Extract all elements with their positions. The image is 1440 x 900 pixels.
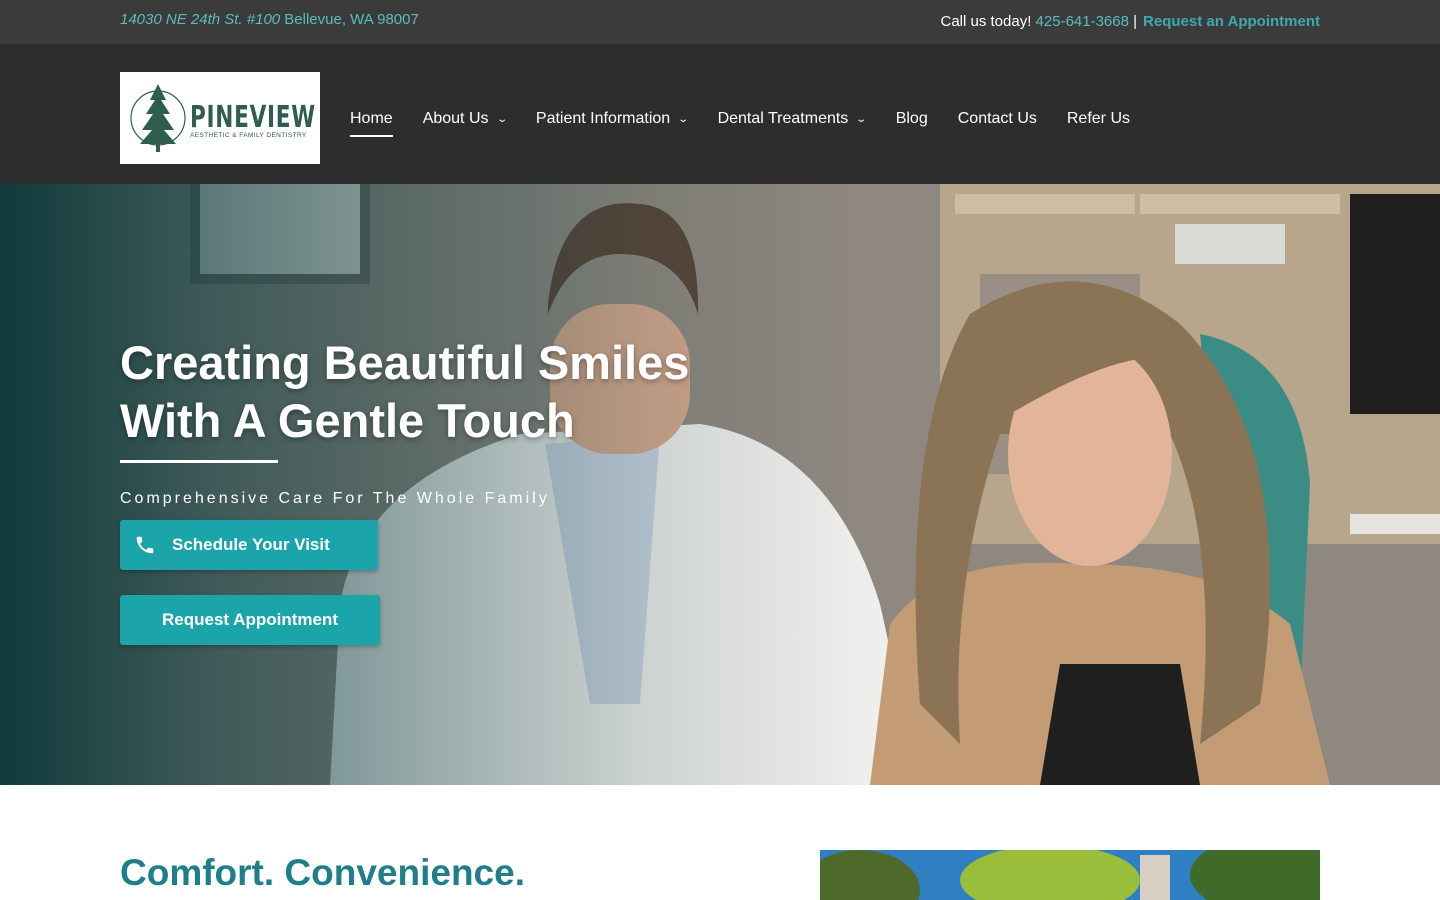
office-photo bbox=[820, 850, 1320, 900]
nav-patient-label: Patient Information bbox=[535, 110, 671, 127]
request-appointment-button[interactable]: Request Appointment bbox=[120, 595, 380, 645]
hero-overlay bbox=[0, 184, 1440, 785]
request-appointment-link[interactable]: Request an Appointment bbox=[1143, 13, 1320, 30]
nav-blog-label: Blog bbox=[895, 110, 928, 127]
hero-title: Creating Beautiful Smiles With A Gentle … bbox=[120, 334, 820, 450]
section-heading: Comfort. Convenience. bbox=[120, 852, 525, 893]
pine-tree-icon bbox=[130, 84, 186, 152]
chevron-down-icon: ⌄ bbox=[495, 113, 508, 125]
nav-refer-us[interactable]: Refer Us bbox=[1067, 110, 1130, 128]
site-header: PINEVIEW AESTHETIC & FAMILY DENTISTRY Ho… bbox=[0, 44, 1440, 184]
hero-banner: Creating Beautiful Smiles With A Gentle … bbox=[0, 184, 1440, 785]
chevron-down-icon: ⌄ bbox=[677, 113, 690, 125]
phone-icon bbox=[136, 536, 154, 554]
hero-title-line2: With A Gentle Touch bbox=[120, 394, 575, 447]
schedule-visit-label: Schedule Your Visit bbox=[172, 535, 330, 554]
nav-about-us[interactable]: About Us ⌄ bbox=[422, 110, 508, 128]
nav-refer-label: Refer Us bbox=[1066, 110, 1130, 127]
nav-patient-information[interactable]: Patient Information ⌄ bbox=[535, 110, 690, 128]
schedule-visit-button[interactable]: Schedule Your Visit bbox=[120, 520, 378, 570]
top-bar: 14030 NE 24th St. #100 Bellevue, WA 9800… bbox=[0, 0, 1440, 44]
address-city: Bellevue, WA 98007 bbox=[280, 11, 419, 28]
request-appointment-label: Request Appointment bbox=[162, 610, 338, 629]
logo[interactable]: PINEVIEW AESTHETIC & FAMILY DENTISTRY bbox=[120, 72, 320, 164]
contact-strip: Call us today! 425-641-3668 | Request an … bbox=[941, 13, 1321, 30]
separator: | bbox=[1128, 13, 1138, 30]
nav-contact-label: Contact Us bbox=[957, 110, 1037, 127]
nav-blog[interactable]: Blog bbox=[896, 110, 928, 128]
nav-contact-us[interactable]: Contact Us bbox=[958, 110, 1037, 128]
logo-tagline: AESTHETIC & FAMILY DENTISTRY bbox=[190, 132, 307, 139]
hero-divider bbox=[120, 460, 278, 463]
nav-about-label: About Us bbox=[422, 110, 489, 127]
address-street: 14030 NE 24th St. #100 bbox=[120, 11, 281, 28]
phone-link[interactable]: 425-641-3668 bbox=[1036, 13, 1129, 30]
nav-home-label: Home bbox=[350, 110, 393, 127]
hero-title-line1: Creating Beautiful Smiles bbox=[120, 336, 690, 389]
call-label: Call us today! bbox=[940, 13, 1036, 30]
nav-dental-treatments[interactable]: Dental Treatments ⌄ bbox=[717, 110, 868, 128]
nav-treatments-label: Dental Treatments bbox=[717, 110, 849, 127]
nav-home[interactable]: Home bbox=[350, 110, 393, 137]
logo-brand: PINEVIEW bbox=[190, 100, 316, 135]
chevron-down-icon: ⌄ bbox=[855, 113, 868, 125]
main-nav: Home About Us ⌄ Patient Information ⌄ Dent… bbox=[350, 110, 1160, 137]
hero-subtitle: Comprehensive Care For The Whole Family bbox=[120, 490, 550, 507]
address[interactable]: 14030 NE 24th St. #100 Bellevue, WA 9800… bbox=[120, 11, 419, 28]
